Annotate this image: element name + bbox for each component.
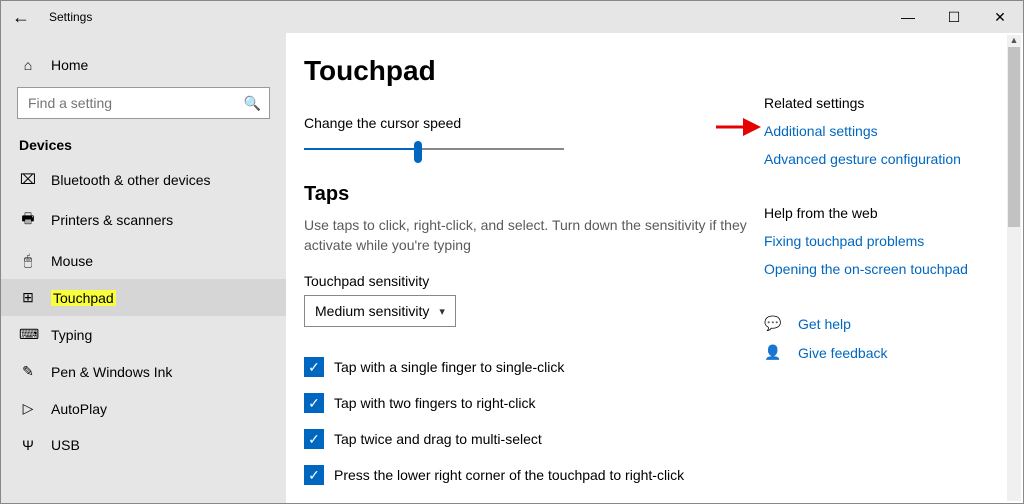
checkbox-checked-icon[interactable]: ✓ (304, 465, 324, 485)
annotation-arrow (714, 117, 764, 137)
sensitivity-dropdown[interactable]: Medium sensitivity ▾ (304, 295, 456, 327)
nav-list: ⌧ Bluetooth & other devices 🖶 Printers & sc… (1, 161, 286, 463)
nav-icon: 🖶 (19, 208, 37, 232)
checkbox-label: Tap with two fingers to right-click (334, 395, 536, 411)
help-icon: 💬 (764, 315, 782, 332)
nav-label: Printers & scanners (51, 212, 173, 228)
vertical-scrollbar[interactable]: ▲ (1007, 35, 1021, 501)
checkbox-label: Tap twice and drag to multi-select (334, 431, 542, 447)
give-feedback-link[interactable]: 👤 Give feedback (764, 344, 993, 361)
search-icon: 🔍 (244, 95, 261, 112)
close-button[interactable]: ✕ (977, 1, 1023, 33)
nav-icon: 🖱 (19, 252, 37, 269)
search-input[interactable] (26, 94, 244, 112)
titlebar: ← Settings — ☐ ✕ (1, 1, 1023, 33)
maximize-button[interactable]: ☐ (931, 1, 977, 33)
get-help-label: Get help (798, 316, 851, 332)
sidebar-item-printers-scanners[interactable]: 🖶 Printers & scanners (1, 198, 286, 242)
nav-icon: ⌧ (19, 171, 37, 188)
settings-window: ← Settings — ☐ ✕ ⌂ Home 🔍 Devices ⌧ Bluet… (0, 0, 1024, 504)
nav-icon: ⊞ (19, 289, 37, 306)
feedback-icon: 👤 (764, 344, 782, 361)
link-additional-settings[interactable]: Additional settings (764, 123, 993, 139)
sidebar-item-pen-windows-ink[interactable]: ✎ Pen & Windows Ink (1, 353, 286, 390)
sidebar-item-touchpad[interactable]: ⊞ Touchpad (1, 279, 286, 316)
nav-icon: ✎ (19, 363, 37, 380)
help-heading: Help from the web (764, 205, 993, 221)
taps-heading: Taps (304, 183, 764, 206)
nav-label: Pen & Windows Ink (51, 364, 172, 380)
cursor-speed-slider[interactable] (304, 139, 564, 159)
content-column: Touchpad Change the cursor speed Taps Us… (304, 51, 764, 503)
nav-label: USB (51, 437, 80, 453)
nav-icon: Ψ (19, 437, 37, 453)
checkbox-row[interactable]: ✓ Tap twice and drag to multi-select (304, 421, 764, 457)
sidebar-item-typing[interactable]: ⌨ Typing (1, 316, 286, 353)
sidebar: ⌂ Home 🔍 Devices ⌧ Bluetooth & other devi… (1, 33, 286, 503)
nav-label: Touchpad (51, 290, 116, 306)
back-button[interactable]: ← (1, 1, 41, 33)
scroll-up-icon[interactable]: ▲ (1007, 35, 1021, 47)
get-help-link[interactable]: 💬 Get help (764, 315, 993, 332)
chevron-down-icon: ▾ (439, 305, 445, 318)
nav-label: Bluetooth & other devices (51, 172, 211, 188)
checkbox-label: Press the lower right corner of the touc… (334, 467, 684, 483)
cursor-speed-label: Change the cursor speed (304, 115, 764, 131)
checkbox-row[interactable]: ✓ Tap with two fingers to right-click (304, 385, 764, 421)
app-title: Settings (41, 10, 92, 24)
minimize-button[interactable]: — (885, 1, 931, 33)
checkbox-label: Tap with a single finger to single-click (334, 359, 564, 375)
slider-fill (304, 148, 418, 150)
taps-description: Use taps to click, right-click, and sele… (304, 216, 764, 255)
page-title: Touchpad (304, 55, 764, 87)
sidebar-item-bluetooth-other-devices[interactable]: ⌧ Bluetooth & other devices (1, 161, 286, 198)
category-heading: Devices (1, 137, 286, 161)
nav-icon: ⌨ (19, 326, 37, 343)
home-label: Home (51, 57, 88, 73)
checkbox-checked-icon[interactable]: ✓ (304, 429, 324, 449)
sidebar-item-autoplay[interactable]: ▷ AutoPlay (1, 390, 286, 427)
checkbox-checked-icon[interactable]: ✓ (304, 393, 324, 413)
sensitivity-label: Touchpad sensitivity (304, 273, 764, 289)
taps-checkbox-list: ✓ Tap with a single finger to single-clic… (304, 349, 764, 493)
checkbox-row[interactable]: ✓ Press the lower right corner of the tou… (304, 457, 764, 493)
checkbox-checked-icon[interactable]: ✓ (304, 357, 324, 377)
home-nav[interactable]: ⌂ Home (1, 47, 286, 87)
search-box[interactable]: 🔍 (17, 87, 270, 119)
scrollbar-thumb[interactable] (1008, 47, 1020, 227)
link-fixing-touchpad[interactable]: Fixing touchpad problems (764, 233, 993, 249)
sidebar-item-usb[interactable]: Ψ USB (1, 427, 286, 463)
related-settings-heading: Related settings (764, 95, 993, 111)
link-advanced-gesture[interactable]: Advanced gesture configuration (764, 151, 993, 167)
nav-label: AutoPlay (51, 401, 107, 417)
window-controls: — ☐ ✕ (885, 1, 1023, 33)
home-icon: ⌂ (19, 57, 37, 73)
checkbox-row[interactable]: ✓ Tap with a single finger to single-clic… (304, 349, 764, 385)
slider-thumb[interactable] (414, 141, 422, 163)
nav-label: Mouse (51, 253, 93, 269)
sensitivity-value: Medium sensitivity (315, 303, 429, 319)
link-onscreen-touchpad[interactable]: Opening the on-screen touchpad (764, 261, 993, 277)
main-area: Touchpad Change the cursor speed Taps Us… (286, 33, 1023, 503)
feedback-label: Give feedback (798, 345, 888, 361)
window-body: ⌂ Home 🔍 Devices ⌧ Bluetooth & other devi… (1, 33, 1023, 503)
sidebar-item-mouse[interactable]: 🖱 Mouse (1, 242, 286, 279)
nav-label: Typing (51, 327, 92, 343)
nav-icon: ▷ (19, 400, 37, 417)
right-column: Related settings Additional settings Adv… (764, 51, 993, 503)
